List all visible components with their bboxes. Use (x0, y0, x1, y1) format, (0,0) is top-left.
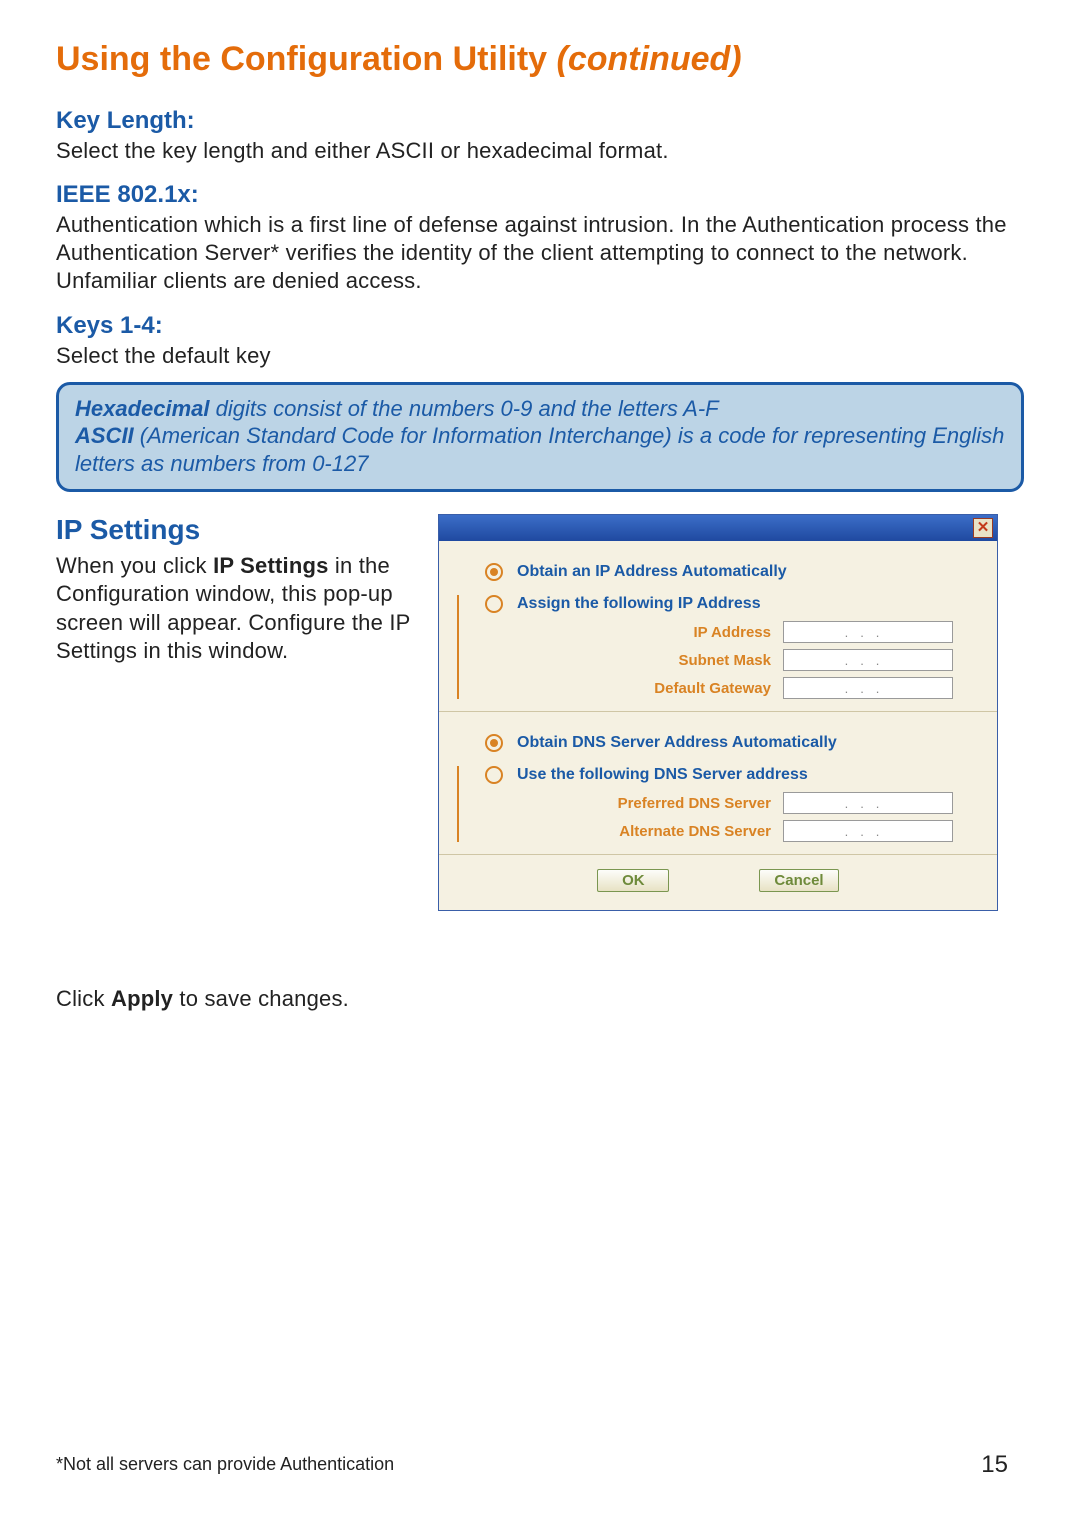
gateway-label: Default Gateway (654, 680, 771, 697)
info-hex-term: Hexadecimal (75, 396, 210, 421)
ieee-text: Authentication which is a first line of … (56, 211, 1024, 295)
field-pref-dns: Preferred DNS Server (485, 792, 953, 814)
ip-apply: Click Apply to save changes. (56, 985, 416, 1013)
pref-dns-label: Preferred DNS Server (618, 795, 771, 812)
ip-address-label: IP Address (693, 624, 771, 641)
radio-dns-auto-label: Obtain DNS Server Address Automatically (517, 734, 837, 752)
radio-dns-manual-label: Use the following DNS Server address (517, 766, 808, 784)
dialog-button-row: OK Cancel (439, 855, 997, 910)
title-continued: (continued) (557, 40, 742, 78)
keys14-label: Keys 1-4: (56, 312, 1024, 340)
ip-settings-heading: IP Settings (56, 514, 416, 546)
info-ascii-term: ASCII (75, 423, 134, 448)
field-ip-address: IP Address (485, 621, 953, 643)
ip-panel: Obtain an IP Address Automatically Assig… (439, 541, 997, 712)
title-main: Using the Configuration Utility (56, 40, 557, 78)
cancel-button[interactable]: Cancel (759, 869, 838, 892)
footnote: *Not all servers can provide Authenticat… (56, 1454, 394, 1475)
dns-panel: Obtain DNS Server Address Automatically … (439, 712, 997, 855)
ip-intro: When you click IP Settings in the Config… (56, 552, 416, 665)
close-button[interactable]: ✕ (973, 518, 993, 538)
alt-dns-label: Alternate DNS Server (619, 823, 771, 840)
ip-apply-pre: Click (56, 986, 111, 1011)
radio-ip-manual-label: Assign the following IP Address (517, 595, 761, 613)
dialog-titlebar[interactable]: ✕ (439, 515, 997, 541)
info-box: Hexadecimal digits consist of the number… (56, 382, 1024, 493)
ip-apply-post: to save changes. (173, 986, 349, 1011)
radio-row-dns-manual[interactable]: Use the following DNS Server address (485, 766, 977, 784)
info-ascii-rest: (American Standard Code for Information … (75, 423, 1004, 476)
radio-row-dns-auto[interactable]: Obtain DNS Server Address Automatically (485, 734, 977, 752)
page-title: Using the Configuration Utility (continu… (56, 40, 1024, 79)
ip-address-input[interactable] (783, 621, 953, 643)
ok-button[interactable]: OK (597, 869, 669, 892)
ip-intro-pre: When you click (56, 553, 213, 578)
field-gateway: Default Gateway (485, 677, 953, 699)
pref-dns-input[interactable] (783, 792, 953, 814)
ip-settings-dialog: ✕ Obtain an IP Address Automatically Ass… (438, 514, 998, 911)
radio-row-ip-manual[interactable]: Assign the following IP Address (485, 595, 977, 613)
info-hex-line: Hexadecimal digits consist of the number… (75, 395, 1005, 423)
field-subnet: Subnet Mask (485, 649, 953, 671)
subnet-input[interactable] (783, 649, 953, 671)
radio-ip-auto-label: Obtain an IP Address Automatically (517, 563, 787, 581)
radio-ip-manual[interactable] (485, 595, 503, 613)
ieee-label: IEEE 802.1x: (56, 181, 1024, 209)
radio-ip-auto[interactable] (485, 563, 503, 581)
alt-dns-input[interactable] (783, 820, 953, 842)
radio-row-ip-auto[interactable]: Obtain an IP Address Automatically (485, 563, 977, 581)
ip-apply-bold: Apply (111, 986, 173, 1011)
close-icon: ✕ (977, 519, 990, 536)
field-alt-dns: Alternate DNS Server (485, 820, 953, 842)
subnet-label: Subnet Mask (678, 652, 771, 669)
info-hex-rest: digits consist of the numbers 0-9 and th… (210, 396, 719, 421)
info-ascii-line: ASCII (American Standard Code for Inform… (75, 422, 1005, 477)
key-length-text: Select the key length and either ASCII o… (56, 137, 1024, 165)
radio-dns-manual[interactable] (485, 766, 503, 784)
gateway-input[interactable] (783, 677, 953, 699)
key-length-label: Key Length: (56, 107, 1024, 135)
ip-intro-bold: IP Settings (213, 553, 329, 578)
keys14-text: Select the default key (56, 342, 1024, 370)
radio-dns-auto[interactable] (485, 734, 503, 752)
page-number: 15 (981, 1451, 1008, 1479)
